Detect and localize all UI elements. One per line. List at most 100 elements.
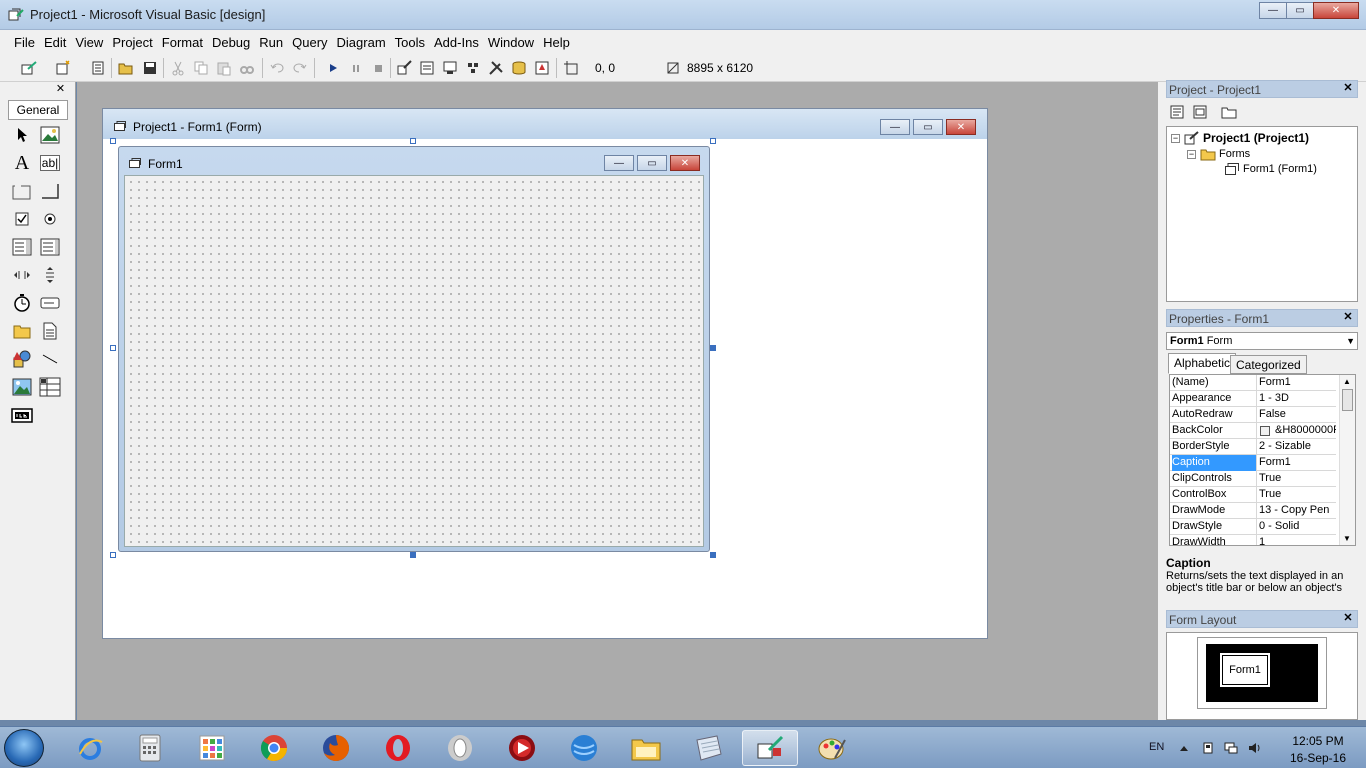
collapse-icon[interactable]: − <box>1171 133 1180 143</box>
properties-close-icon[interactable]: ✕ <box>1342 312 1354 324</box>
image-tool[interactable] <box>11 376 33 398</box>
property-row[interactable]: DrawMode 13 - Copy Pen <box>1170 503 1336 519</box>
notepad-task[interactable] <box>680 730 736 766</box>
chevron-down-icon[interactable]: ▼ <box>1346 333 1355 349</box>
start-icon[interactable] <box>324 59 342 77</box>
view-code-icon[interactable] <box>1168 103 1186 121</box>
resize-handle[interactable] <box>710 345 716 351</box>
form-layout-icon[interactable] <box>441 59 459 77</box>
resize-handle[interactable] <box>410 552 416 558</box>
form1-close-button[interactable]: ✕ <box>670 155 700 171</box>
menu-view[interactable]: View <box>71 35 107 50</box>
menu-query[interactable]: Query <box>288 35 331 50</box>
add-project-icon[interactable] <box>20 59 38 77</box>
opera-task[interactable] <box>370 730 426 766</box>
timer-tool[interactable] <box>11 292 33 314</box>
undo-icon[interactable] <box>268 59 286 77</box>
property-row[interactable]: AutoRedraw False <box>1170 407 1336 423</box>
browser-globe-task[interactable] <box>556 730 612 766</box>
form1-minimize-button[interactable]: — <box>604 155 634 171</box>
property-row[interactable]: DrawWidth 1 <box>1170 535 1336 545</box>
menu-file[interactable]: File <box>10 35 39 50</box>
find-icon[interactable] <box>238 59 256 77</box>
tree-node-project[interactable]: − Project1 (Project1) <box>1171 131 1309 145</box>
form-layout-close-icon[interactable]: ✕ <box>1342 613 1354 625</box>
start-button[interactable] <box>4 729 44 767</box>
designer-minimize-button[interactable]: — <box>880 119 910 135</box>
vscrollbar-tool[interactable] <box>39 264 61 286</box>
picturebox-tool[interactable] <box>39 124 61 146</box>
resize-handle[interactable] <box>110 345 116 351</box>
drivelistbox-tool[interactable] <box>39 292 61 314</box>
menu-format[interactable]: Format <box>158 35 207 50</box>
menu-add-ins[interactable]: Add-Ins <box>430 35 483 50</box>
tab-alphabetic[interactable]: Alphabetic <box>1168 353 1237 374</box>
hscrollbar-tool[interactable] <box>11 264 33 286</box>
designer-maximize-button[interactable]: ▭ <box>913 119 943 135</box>
pointer-tool[interactable] <box>11 124 33 146</box>
menu-project[interactable]: Project <box>108 35 156 50</box>
internet-explorer-task[interactable] <box>62 730 118 766</box>
open-project-icon[interactable] <box>117 59 135 77</box>
save-project-icon[interactable] <box>141 59 159 77</box>
property-row[interactable]: BorderStyle 2 - Sizable <box>1170 439 1336 455</box>
checkbox-tool[interactable] <box>11 208 33 230</box>
toolbox-tab-general[interactable]: General <box>8 100 68 120</box>
file-explorer-task[interactable] <box>618 730 674 766</box>
clock-time[interactable]: 12:05 PM <box>1287 734 1349 748</box>
project-explorer-icon[interactable] <box>395 59 413 77</box>
redo-icon[interactable] <box>291 59 309 77</box>
scroll-down-icon[interactable]: ▼ <box>1343 534 1351 543</box>
property-row[interactable]: DrawStyle 0 - Solid <box>1170 519 1336 535</box>
property-row[interactable]: ControlBox True <box>1170 487 1336 503</box>
property-row[interactable]: (Name) Form1 <box>1170 375 1336 391</box>
opera-neon-task[interactable] <box>432 730 488 766</box>
menu-diagram[interactable]: Diagram <box>333 35 390 50</box>
properties-window-icon[interactable] <box>418 59 436 77</box>
frame-tool[interactable] <box>11 180 33 202</box>
copy-icon[interactable] <box>192 59 210 77</box>
tree-node-forms-folder[interactable]: − Forms <box>1187 147 1250 161</box>
resize-handle[interactable] <box>410 138 416 144</box>
break-icon[interactable] <box>347 59 365 77</box>
shape-tool[interactable] <box>11 348 33 370</box>
combobox-tool[interactable] <box>11 236 33 258</box>
data-tool[interactable] <box>39 376 61 398</box>
app-launcher-task[interactable] <box>184 730 240 766</box>
object-selector[interactable]: Form1 Form ▼ <box>1166 332 1358 350</box>
visual-basic-app-icon[interactable] <box>8 7 24 23</box>
tab-categorized[interactable]: Categorized <box>1230 355 1307 374</box>
cut-icon[interactable] <box>169 59 187 77</box>
property-row-selected[interactable]: Caption Form1 <box>1170 455 1336 471</box>
media-player-task[interactable] <box>494 730 550 766</box>
paint-task[interactable] <box>804 730 860 766</box>
language-indicator[interactable]: EN <box>1149 741 1164 753</box>
form1-maximize-button[interactable]: ▭ <box>637 155 667 171</box>
resize-handle[interactable] <box>710 138 716 144</box>
firefox-task[interactable] <box>308 730 364 766</box>
resize-handle[interactable] <box>110 138 116 144</box>
show-hidden-icons-icon[interactable] <box>1177 741 1191 755</box>
resize-handle[interactable] <box>110 552 116 558</box>
toolbox-close-icon[interactable]: ✕ <box>54 84 67 96</box>
properties-scrollbar[interactable]: ▲ ▼ <box>1339 375 1355 545</box>
clock-date[interactable]: 16-Sep-16 <box>1287 751 1349 765</box>
resize-handle[interactable] <box>710 552 716 558</box>
volume-icon[interactable] <box>1247 741 1261 755</box>
collapse-icon[interactable]: − <box>1187 149 1196 159</box>
dirlistbox-tool[interactable] <box>11 320 33 342</box>
textbox-tool[interactable]: ab| <box>40 155 60 171</box>
designer-close-button[interactable]: ✕ <box>946 119 976 135</box>
toggle-folders-icon[interactable] <box>1220 103 1238 121</box>
component-manager-icon[interactable] <box>533 59 551 77</box>
form1-design-surface[interactable] <box>124 175 704 547</box>
view-object-icon[interactable] <box>1191 103 1209 121</box>
object-browser-icon[interactable] <box>464 59 482 77</box>
minimize-button[interactable]: — <box>1259 2 1287 19</box>
menu-run[interactable]: Run <box>255 35 287 50</box>
menu-tools[interactable]: Tools <box>391 35 429 50</box>
filelistbox-tool[interactable] <box>39 320 61 342</box>
paste-icon[interactable] <box>215 59 233 77</box>
project-explorer-close-icon[interactable]: ✕ <box>1342 83 1354 95</box>
listbox-tool[interactable] <box>39 236 61 258</box>
